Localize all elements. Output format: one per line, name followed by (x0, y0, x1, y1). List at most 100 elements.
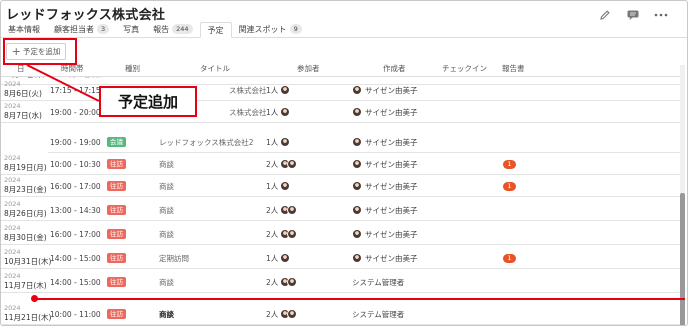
creator-avatar-icon (352, 229, 362, 239)
row-participants: 2人 (266, 205, 279, 215)
row-divider (1, 268, 681, 269)
row-title[interactable]: 定期訪問 (159, 247, 189, 269)
row-time: 19:00 - 19:00 (50, 137, 101, 147)
creator-avatar-icon (352, 253, 362, 263)
tab-count-badge: 3 (97, 24, 110, 34)
row-title[interactable]: ス株式会社 (229, 101, 267, 123)
row-year: 2024 (4, 200, 21, 208)
participant-avatar-icon[interactable] (287, 159, 298, 169)
row-year: 2024 (4, 176, 21, 184)
tab-label: 関連スポット (238, 25, 287, 34)
row-participants: 2人 (266, 229, 279, 239)
creator-avatar-icon (352, 137, 362, 147)
row-title[interactable]: 商談 (159, 303, 174, 325)
row-time: 17:15 - 17:15 (50, 85, 101, 95)
tab-count-badge: 9 (289, 24, 302, 34)
type-tag: 会議 (107, 137, 126, 147)
row-participants: 2人 (266, 159, 279, 169)
row-year: 2024 (4, 304, 21, 312)
type-tag: 往訪 (107, 181, 126, 191)
creator-avatar-icon (352, 159, 362, 169)
row-title[interactable]: ス株式会社 (229, 79, 267, 101)
row-title[interactable]: 商談 (159, 153, 174, 175)
row-creator: サイゼン由美子 (365, 107, 418, 117)
row-title[interactable]: レッドフォックス株式会社2 (159, 131, 254, 153)
row-creator: サイゼン由美子 (365, 137, 418, 147)
more-icon[interactable] (653, 7, 669, 23)
creator-avatar-icon (352, 85, 362, 95)
row-divider (1, 220, 681, 221)
participant-avatar-icon[interactable] (280, 253, 291, 263)
col-checkin[interactable]: チェックイン (442, 63, 487, 75)
tab-contacts[interactable]: 顧客担当者 3 (47, 22, 116, 37)
row-time: 19:00 - 20:00 (50, 107, 101, 117)
scrollbar-thumb[interactable] (680, 193, 685, 325)
table-row[interactable]: 2024 8月19日(月) 10:00 - 10:30 往訪 商談 2人 サイゼン由美子 1 (1, 153, 681, 175)
tab-schedule[interactable]: 予定 (199, 22, 232, 38)
row-date-cell: 2024 8月7日(水) (4, 102, 42, 120)
participant-avatar-icon[interactable] (280, 85, 291, 95)
table-row[interactable]: 19:00 - 19:00 会議 レッドフォックス株式会社2 1人 サイゼン由美子 (1, 131, 681, 153)
col-report[interactable]: 報告書 (502, 63, 525, 75)
row-date-cell: 2024 11月21日(木) (4, 304, 51, 322)
tab-basic-info[interactable]: 基本情報 (1, 22, 47, 37)
report-count-badge[interactable]: 1 (503, 253, 516, 263)
tab-related-spots[interactable]: 関連スポット 9 (232, 22, 309, 37)
row-participants: 1人 (266, 85, 279, 95)
row-title[interactable]: 商談 (159, 271, 174, 293)
table-row[interactable]: 2024 8月23日(金) 16:00 - 17:00 往訪 商談 1人 サイゼン由美子 1 (1, 175, 681, 197)
row-date: 8月23日(金) (4, 185, 47, 194)
col-type[interactable]: 種別 (125, 63, 140, 75)
row-creator: サイゼン由美子 (365, 205, 418, 215)
table-row[interactable]: 2024 11月21日(木) 10:00 - 11:00 往訪 商談 2人 システム管理者 (1, 303, 681, 325)
creator-avatar-icon (352, 205, 362, 215)
participant-avatar-icon[interactable] (280, 107, 291, 117)
participant-avatar-icon[interactable] (287, 205, 298, 215)
col-title[interactable]: タイトル (200, 63, 230, 75)
table-row[interactable]: 2024 10月31日(木) 14:00 - 15:00 往訪 定期訪問 1人 サイゼン由美… (1, 247, 681, 269)
pencil-icon[interactable] (597, 7, 613, 23)
participant-avatar-icon[interactable] (280, 181, 291, 191)
tab-reports[interactable]: 報告 244 (146, 22, 199, 37)
row-date-cell: 2024 8月30日(金) (4, 224, 47, 242)
participant-avatar-icon[interactable] (287, 229, 298, 239)
row-date-cell: 2024 8月26日(月) (4, 200, 47, 218)
table-row[interactable]: 2024 8月30日(金) 16:00 - 17:00 往訪 商談 2人 サイゼン由美子 (1, 223, 681, 245)
row-date: 8月7日(水) (4, 111, 42, 120)
row-time: 10:00 - 10:30 (50, 159, 101, 169)
row-title[interactable]: 商談 (159, 199, 174, 221)
col-creator[interactable]: 作成者 (383, 63, 406, 75)
tab-photos[interactable]: 写真 (116, 22, 146, 37)
table-row[interactable]: 2024 11月7日(木) 14:00 - 15:00 往訪 商談 2人 システム管理者 (1, 271, 681, 293)
row-date: 11月7日(木) (4, 281, 47, 290)
row-creator: システム管理者 (352, 309, 405, 319)
row-date: 8月19日(月) (4, 163, 47, 172)
row-time: 10:00 - 11:00 (50, 309, 101, 319)
add-button-highlight (3, 38, 77, 65)
current-time-line (35, 298, 685, 300)
tab-label: 予定 (207, 26, 224, 35)
type-tag: 往訪 (107, 159, 126, 169)
col-participants[interactable]: 参加者 (297, 63, 320, 75)
comment-icon[interactable] (625, 7, 641, 23)
participant-avatar-icon[interactable] (280, 137, 291, 147)
table-row[interactable]: 2024 8月26日(月) 13:00 - 14:30 往訪 商談 2人 サイゼン由美子 (1, 199, 681, 221)
vertical-scrollbar[interactable] (680, 65, 685, 325)
row-date: 11月21日(木) (4, 313, 52, 322)
row-time: 14:00 - 15:00 (50, 277, 101, 287)
row-title[interactable]: 商談 (159, 175, 174, 197)
row-creator: システム管理者 (352, 277, 405, 287)
report-count-badge[interactable]: 1 (503, 181, 516, 191)
row-divider (1, 122, 681, 123)
tab-label: 顧客担当者 (54, 25, 94, 34)
participant-avatar-icon[interactable] (287, 309, 298, 319)
report-count-badge[interactable]: 1 (503, 159, 516, 169)
row-divider (1, 244, 681, 245)
participant-avatar-icon[interactable] (287, 277, 298, 287)
company-title: レッドフォックス株式会社 (6, 8, 166, 23)
row-participants: 1人 (266, 107, 279, 117)
row-title[interactable]: 商談 (159, 223, 174, 245)
type-tag: 往訪 (107, 253, 126, 263)
row-date: 8月6日(火) (4, 89, 42, 98)
row-divider (1, 292, 681, 293)
